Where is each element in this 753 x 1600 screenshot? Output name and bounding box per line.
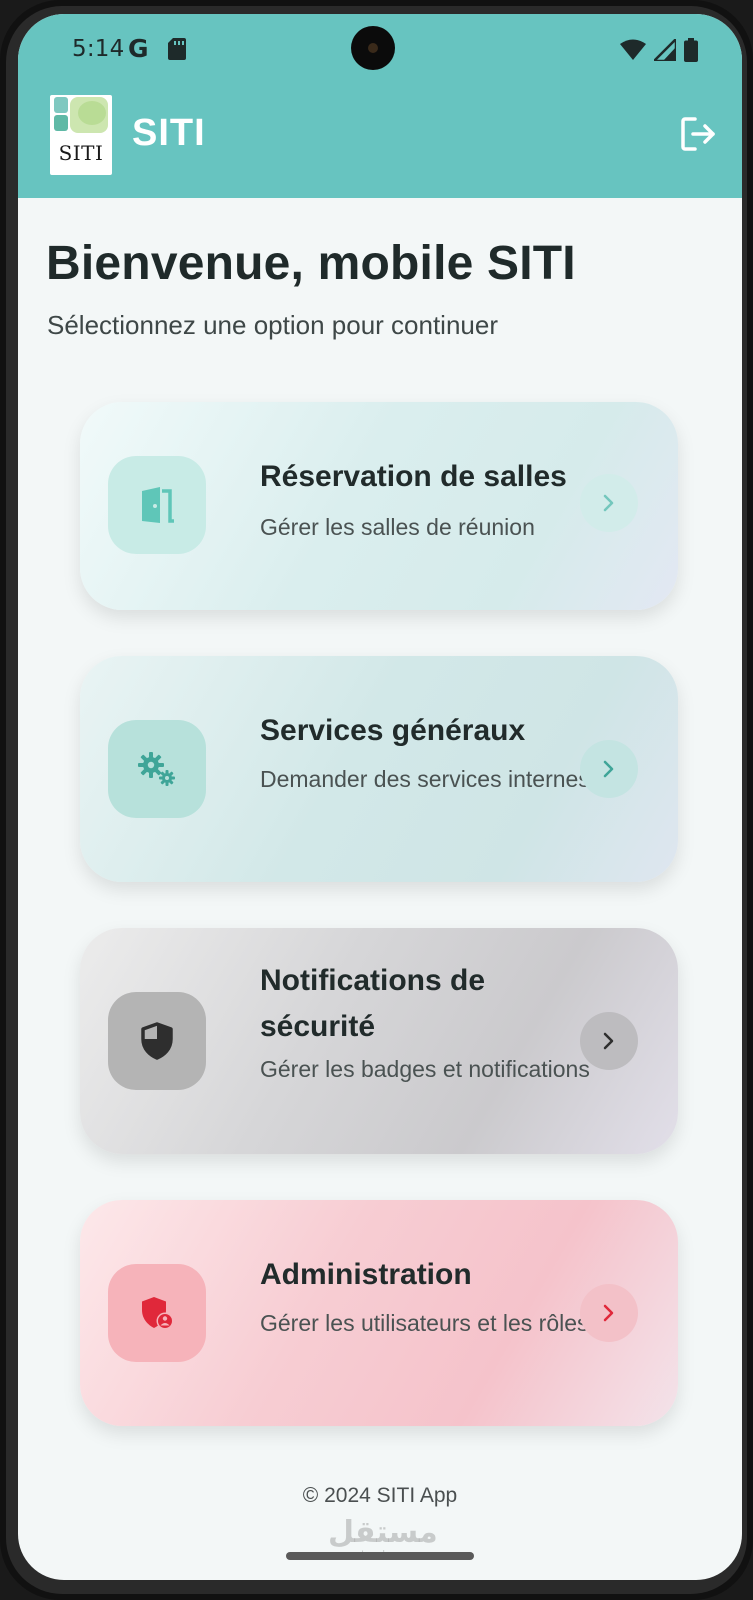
watermark-main: مستقل [328,1515,438,1550]
app-title: SITI [132,112,206,154]
welcome-title: Bienvenue, mobile SITI [46,237,576,290]
wifi-icon [620,39,646,60]
phone-frame: 5:14 G SITI SITI Bienvenue, mobile SITI … [0,0,753,1600]
chevron-right-icon [603,1304,614,1322]
logo-text: SITI [58,141,104,165]
admin-shield-icon [142,1297,174,1330]
app-screen: 5:14 G SITI SITI Bienvenue, mobile SITI … [18,14,742,1580]
chevron-right-button[interactable] [580,474,638,532]
card-title: Notifications de sécurité [260,964,486,1043]
status-time: 5:14 [72,36,125,62]
chevron-right-icon [603,760,614,778]
card-description: Gérer les salles de réunion [260,514,535,540]
gears-icon [138,752,175,786]
menu-card-room-booking[interactable]: Réservation de salles Gérer les salles d… [80,402,678,610]
menu-card-security-notifications[interactable]: Notifications de sécurité Gérer les badg… [80,928,678,1154]
battery-icon [684,38,698,62]
card-title: Administration [260,1258,472,1291]
logout-icon[interactable] [678,114,718,154]
chevron-right-icon [603,494,614,512]
app-bar: SITI SITI [18,86,742,198]
menu-card-administration[interactable]: Administration Gérer les utilisateurs et… [80,1200,678,1426]
siti-logo: SITI [50,95,112,175]
status-bar: 5:14 G [18,14,742,86]
chevron-right-button[interactable] [580,1284,638,1342]
card-icon-box [108,1264,206,1362]
status-icons [620,38,698,62]
home-indicator[interactable] [286,1552,474,1560]
google-icon: G [128,34,149,63]
chevron-right-button[interactable] [580,740,638,798]
card-title: Réservation de salles [260,460,567,493]
card-title: Services généraux [260,714,526,747]
cell-signal-icon [654,39,676,61]
footer-copyright: © 2024 SITI App [302,1484,458,1507]
menu-card-general-services[interactable]: Services généraux Demander des services … [80,656,678,882]
card-description: Gérer les badges et notifications [260,1056,590,1082]
shield-icon [141,1022,173,1060]
chevron-right-icon [603,1032,614,1050]
card-icon-box [108,720,206,818]
welcome-subtitle: Sélectionnez une option pour continuer [47,310,498,340]
card-description: Gérer les utilisateurs et les rôles [260,1310,589,1336]
card-icon-box [108,456,206,554]
card-description: Demander des services internes [260,766,590,792]
chevron-right-button[interactable] [580,1012,638,1070]
door-icon [142,487,174,523]
front-camera [351,26,395,70]
card-icon-box [108,992,206,1090]
sd-card-icon [168,38,186,60]
